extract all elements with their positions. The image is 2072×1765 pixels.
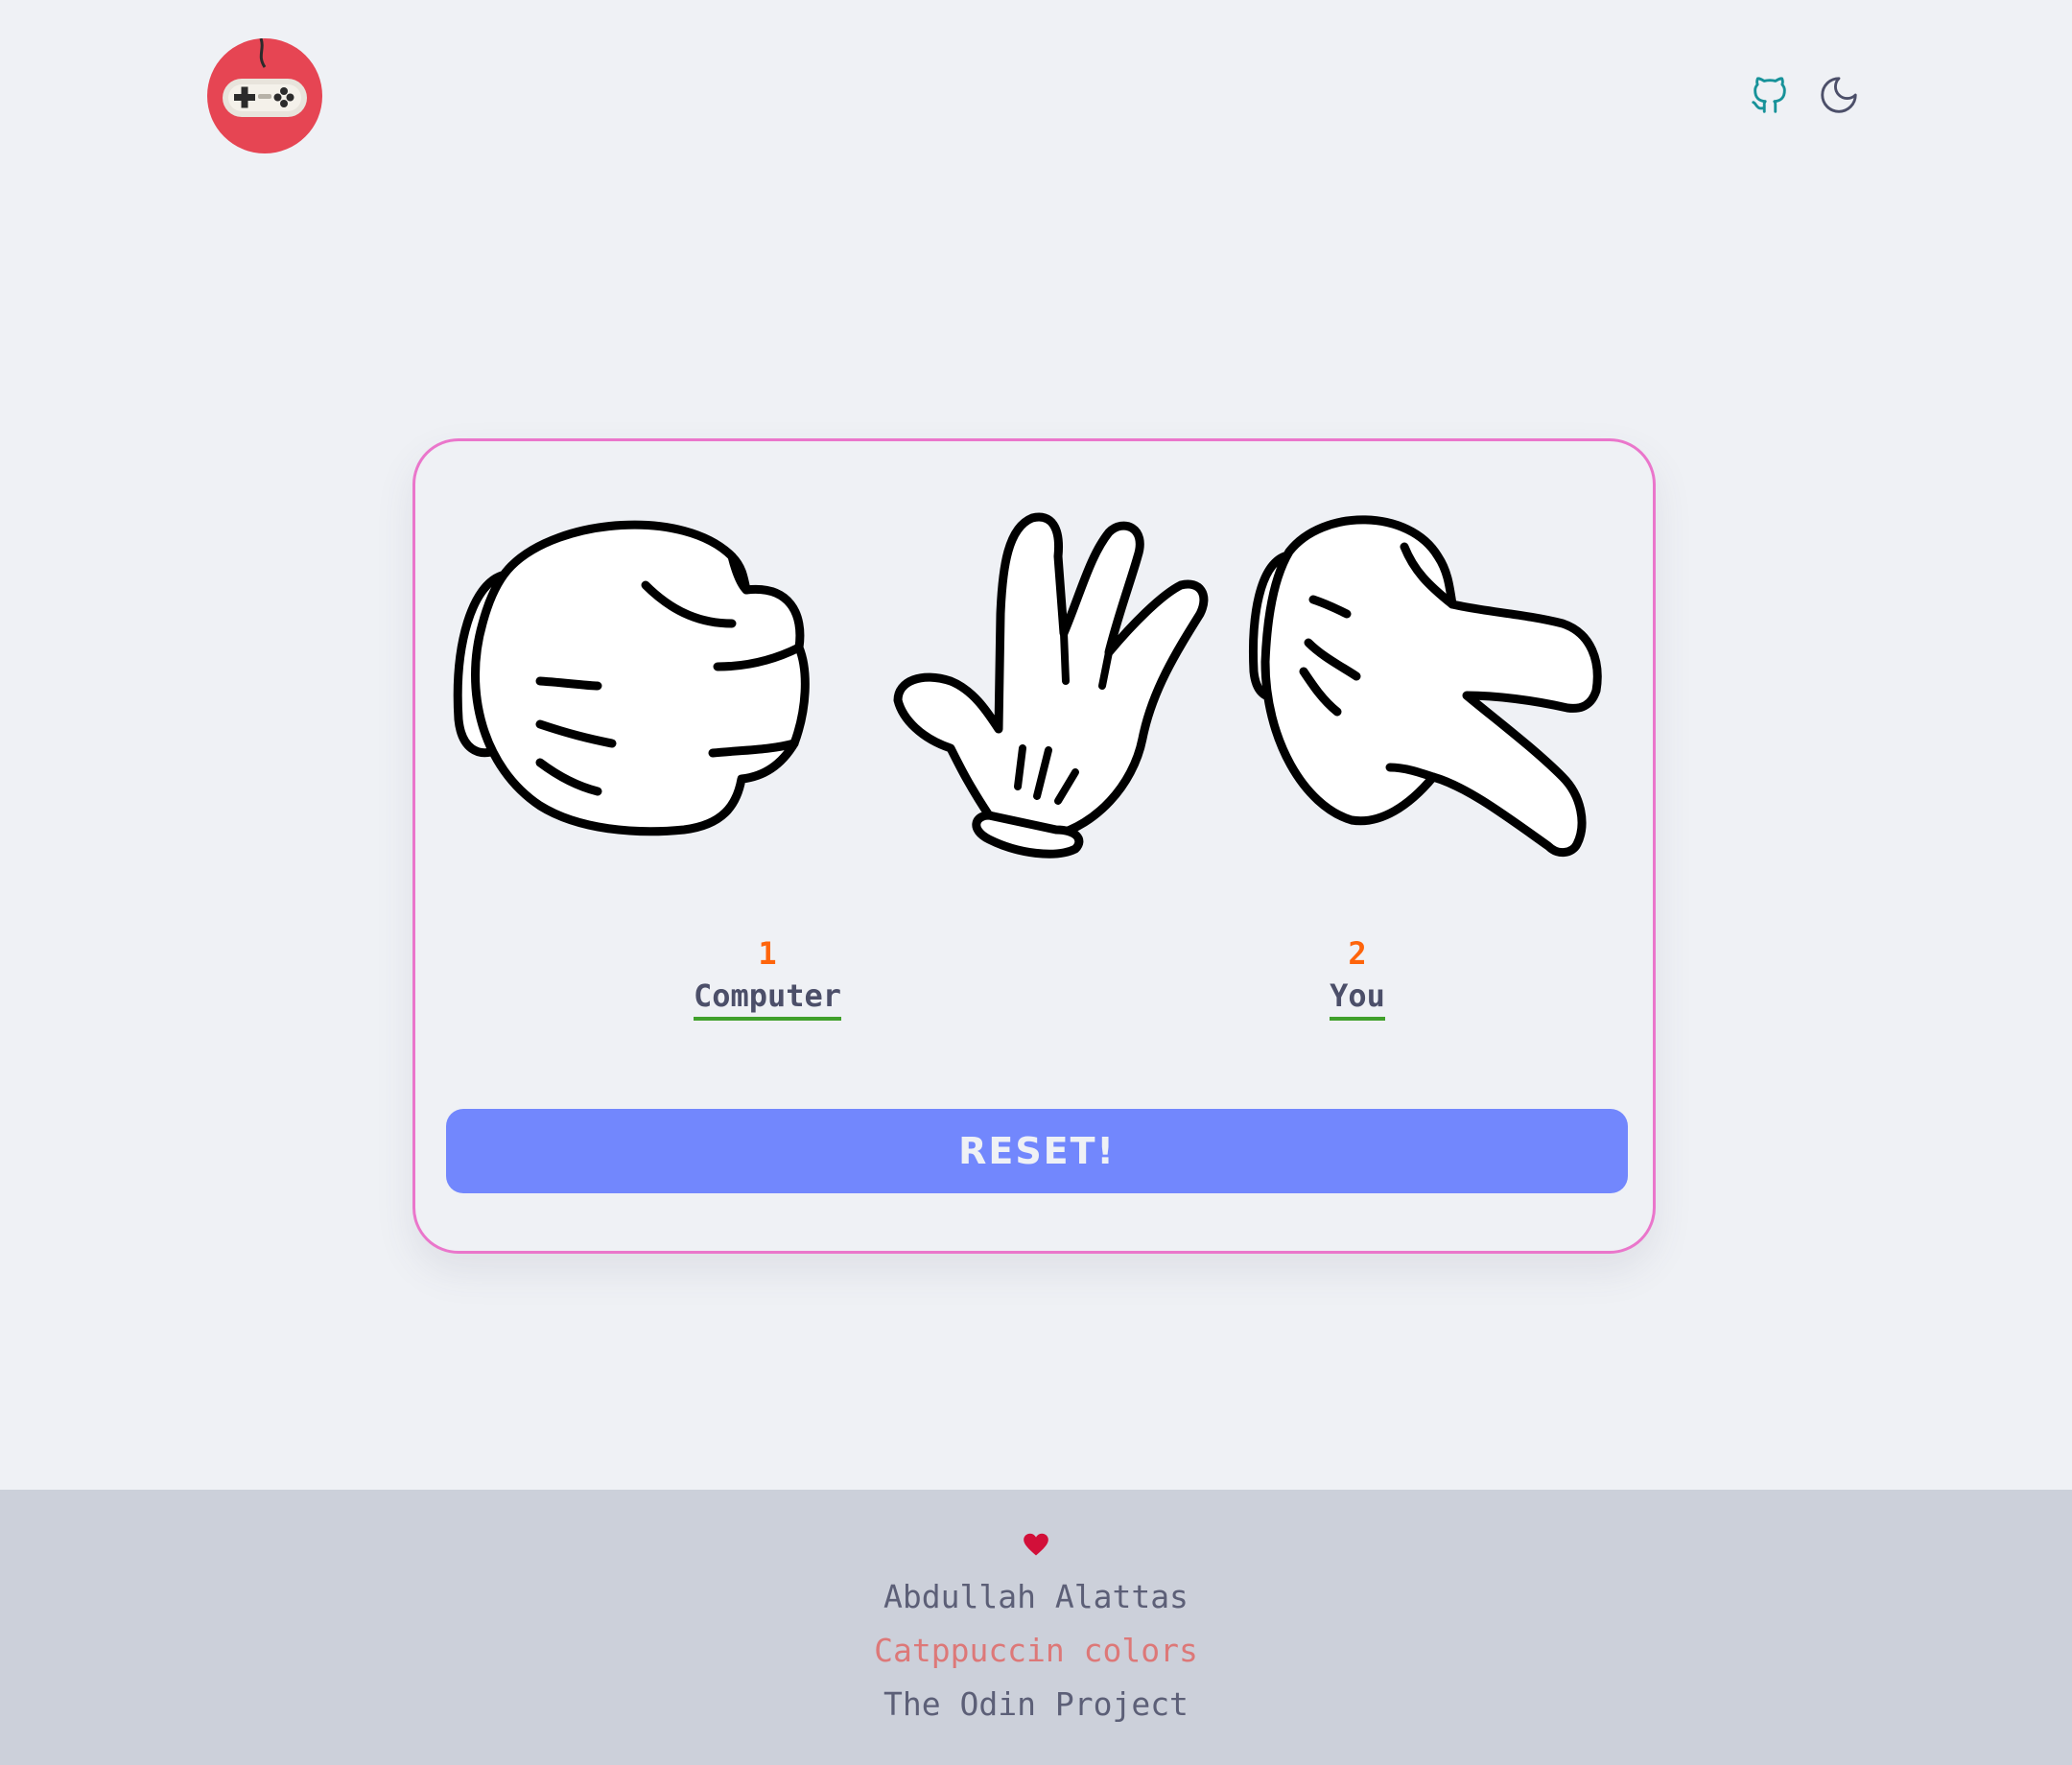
rock-hand-icon[interactable] <box>444 499 828 863</box>
computer-score: 1 <box>758 935 777 972</box>
odin-project-link[interactable]: The Odin Project <box>0 1685 2072 1723</box>
computer-score-panel: 1 Computer <box>624 932 911 1021</box>
theme-toggle-moon-icon[interactable] <box>1815 71 1863 119</box>
paper-hand-icon[interactable] <box>845 499 1229 863</box>
scissors-hand-icon[interactable] <box>1246 499 1630 863</box>
choice-row <box>444 499 1630 863</box>
gamepad-logo-icon[interactable] <box>207 38 322 153</box>
catppuccin-colors-link[interactable]: Catppuccin colors <box>0 1632 2072 1669</box>
game-page: 1 Computer 2 You RESET! Abdullah Alattas… <box>0 0 2072 1765</box>
header-actions <box>1746 71 1863 119</box>
author-link[interactable]: Abdullah Alattas <box>0 1578 2072 1615</box>
player-score-panel: 2 You <box>1213 932 1501 1021</box>
computer-label: Computer <box>693 975 842 1021</box>
heart-icon <box>1024 1533 1048 1556</box>
github-icon[interactable] <box>1746 71 1794 119</box>
game-card: 1 Computer 2 You RESET! <box>412 438 1656 1254</box>
player-label: You <box>1330 975 1385 1021</box>
footer: Abdullah Alattas Catppuccin colors The O… <box>0 1490 2072 1765</box>
player-score: 2 <box>1348 935 1367 972</box>
reset-button[interactable]: RESET! <box>446 1109 1628 1193</box>
